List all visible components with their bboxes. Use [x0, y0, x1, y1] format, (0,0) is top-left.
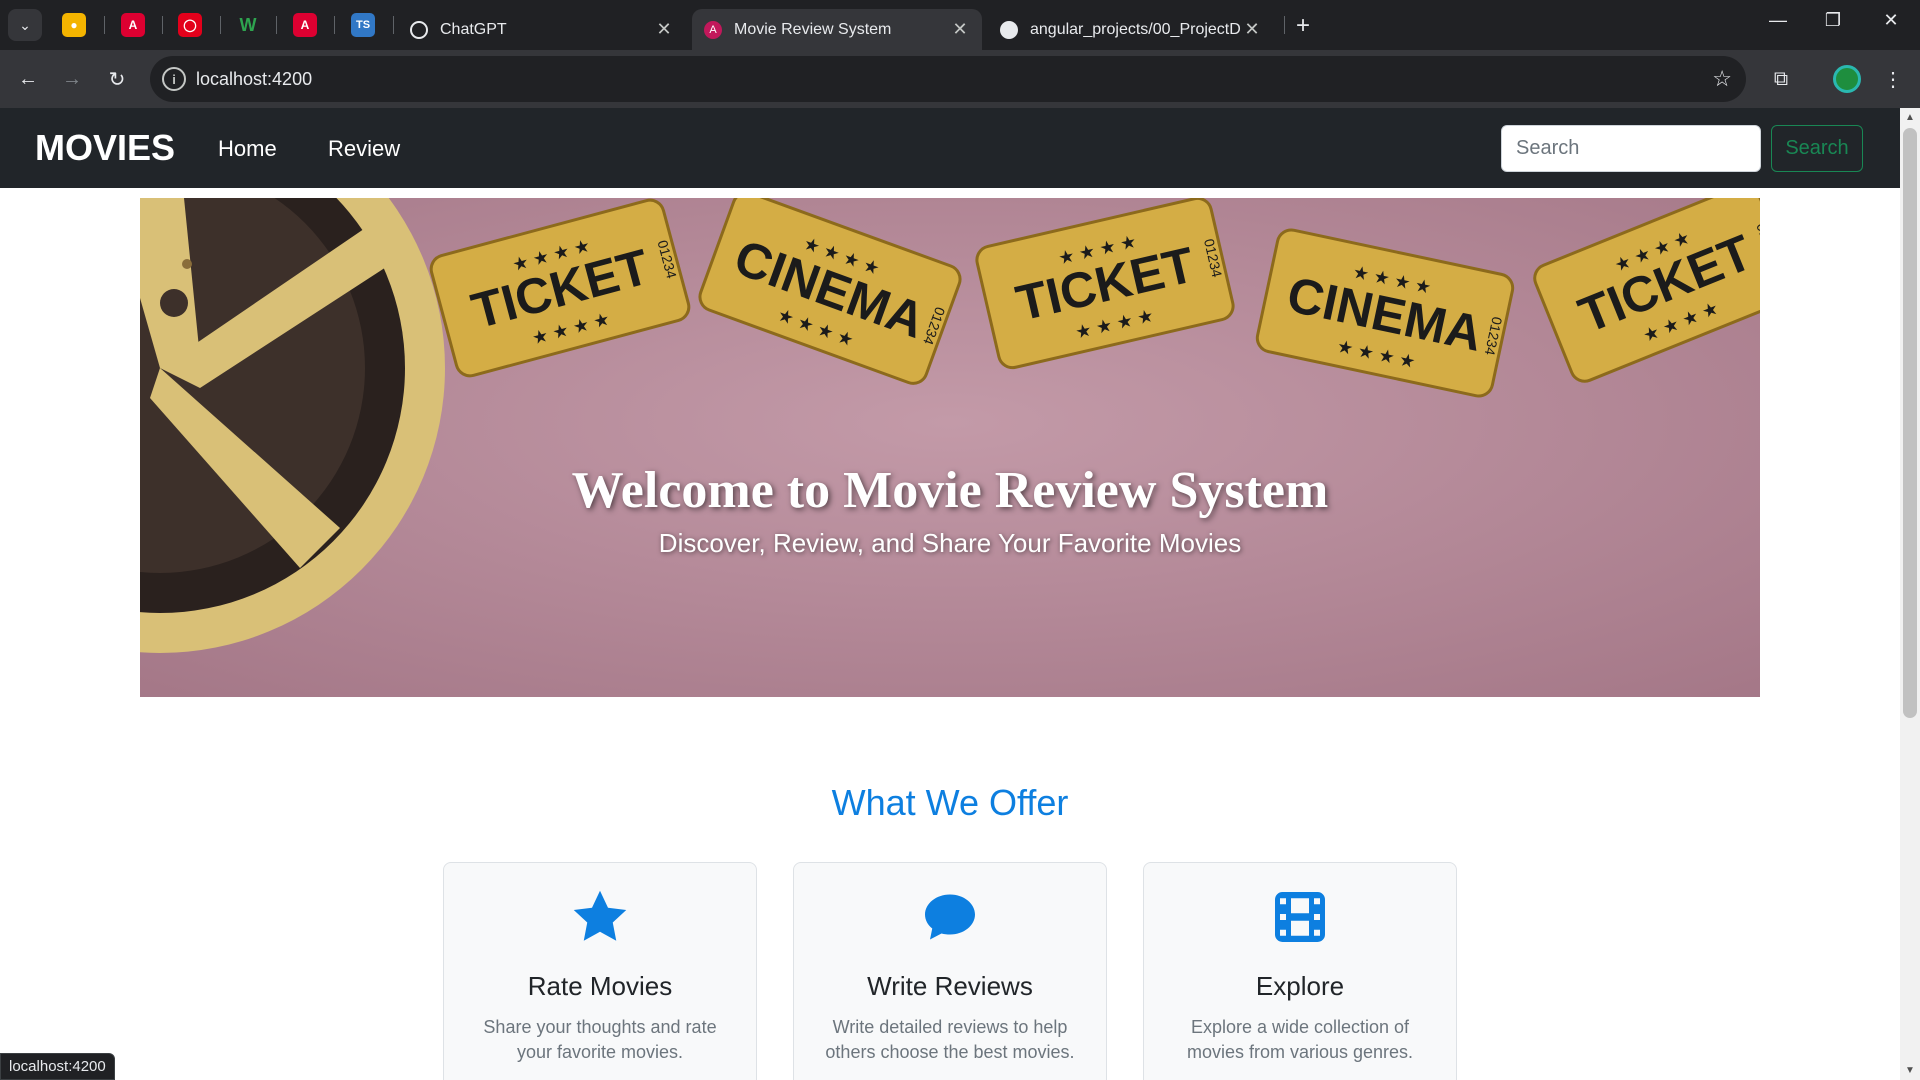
- scrollbar-thumb[interactable]: [1903, 128, 1917, 718]
- github-icon: [1000, 20, 1018, 39]
- reload-button[interactable]: ↻: [101, 64, 133, 94]
- tab-movie-review-system[interactable]: A Movie Review System ✕: [692, 9, 982, 50]
- tab-separator: [104, 16, 105, 34]
- search-button[interactable]: Search: [1771, 125, 1863, 172]
- tab-chatgpt[interactable]: ChatGPT ✕: [398, 9, 686, 50]
- pinned-tab-opera-icon[interactable]: ◯: [178, 13, 202, 37]
- bookmark-star-icon[interactable]: ☆: [1712, 66, 1732, 92]
- tab-github-repo[interactable]: angular_projects/00_ProjectDEMO ✕: [988, 9, 1274, 50]
- chatgpt-icon: [410, 20, 428, 39]
- browser-tab-strip: ⌄ ● A ◯ W A TS ChatGPT ✕ A Movie Review …: [0, 0, 1920, 50]
- chat-bubble-icon: [794, 887, 1106, 947]
- star-icon: [444, 887, 756, 947]
- browser-toolbar: ← → ↻ i localhost:4200 ☆ ⧉ ⋮: [0, 50, 1920, 108]
- address-bar[interactable]: i localhost:4200 ☆: [150, 56, 1746, 102]
- tab-search-button[interactable]: ⌄: [8, 9, 42, 41]
- tab-title: angular_projects/00_ProjectDEMO: [1030, 20, 1242, 38]
- back-button[interactable]: ←: [12, 64, 44, 94]
- offer-card-text: Write detailed reviews to help others ch…: [825, 1017, 1075, 1062]
- tab-separator: [276, 16, 277, 34]
- tab-separator: [162, 16, 163, 34]
- pinned-tab-angular-icon[interactable]: A: [293, 13, 317, 37]
- browser-menu-icon[interactable]: ⋮: [1877, 64, 1909, 94]
- offers-heading: What We Offer: [831, 782, 1069, 823]
- hero-title: Welcome to Movie Review System: [571, 462, 1329, 519]
- tab-separator: [393, 16, 394, 34]
- hero-banner: TICKET ★ ★ ★ ★ ★ ★ ★ ★ 01234 CINEMA ★ ★ ★ ★ ★ …: [140, 198, 1760, 697]
- close-tab-icon[interactable]: ✕: [950, 19, 970, 40]
- search-input[interactable]: [1501, 125, 1761, 172]
- pinned-tab-typescript-icon[interactable]: TS: [351, 13, 375, 37]
- scroll-up-arrow-icon[interactable]: ▲: [1905, 112, 1915, 123]
- hero-subtitle: Discover, Review, and Share Your Favorit…: [658, 528, 1242, 558]
- link-status-bubble: localhost:4200: [0, 1053, 115, 1080]
- offer-card-text: Share your thoughts and rate your favori…: [483, 1017, 717, 1062]
- extensions-puzzle-icon[interactable]: ⧉: [1765, 64, 1797, 94]
- offer-card-title: Rate Movies: [527, 971, 673, 1001]
- brand-logo[interactable]: MOVIES: [35, 127, 175, 169]
- tab-separator: [334, 16, 335, 34]
- site-info-icon[interactable]: i: [162, 67, 186, 91]
- offer-card-write-reviews: Write Reviews Write detailed reviews to …: [793, 862, 1107, 1080]
- tab-title: Movie Review System: [734, 20, 892, 38]
- restore-window-button[interactable]: ❐: [1813, 10, 1853, 31]
- tab-title: ChatGPT: [440, 20, 507, 38]
- pinned-tab-angular-icon[interactable]: A: [121, 13, 145, 37]
- nav-link-home[interactable]: Home: [218, 136, 277, 162]
- tab-separator: [220, 16, 221, 34]
- nav-link-review[interactable]: Review: [328, 136, 400, 162]
- profile-avatar[interactable]: [1833, 65, 1861, 93]
- pinned-tab-w-icon[interactable]: W: [236, 13, 260, 37]
- new-tab-button[interactable]: +: [1296, 12, 1310, 40]
- hero-background-image: TICKET★ ★ ★ ★★ ★ ★ ★01234 CINEMA★ ★ ★ ★★ …: [140, 198, 1760, 697]
- page-scrollbar[interactable]: ▲ ▼: [1900, 108, 1920, 1080]
- site-navbar: MOVIES Home Review Search: [0, 108, 1900, 188]
- close-tab-icon[interactable]: ✕: [1242, 19, 1262, 40]
- pinned-tab-keep-icon[interactable]: ●: [62, 13, 86, 37]
- close-window-button[interactable]: ✕: [1871, 10, 1911, 31]
- forward-button[interactable]: →: [56, 64, 88, 94]
- offer-card-rate-movies: Rate Movies Share your thoughts and rate…: [443, 862, 757, 1080]
- tab-separator: [1284, 16, 1285, 34]
- angular-icon: A: [704, 20, 722, 39]
- address-bar-url[interactable]: localhost:4200: [196, 69, 312, 90]
- close-tab-icon[interactable]: ✕: [654, 19, 674, 40]
- offer-card-text: Explore a wide collection of movies from…: [1186, 1017, 1414, 1062]
- offer-card-title: Explore: [1255, 971, 1345, 1001]
- page-viewport: MOVIES Home Review Search Search TICKET …: [0, 108, 1900, 1080]
- offer-card-explore: Explore Explore a wide collection of mov…: [1143, 862, 1457, 1080]
- film-icon: [1144, 887, 1456, 947]
- scroll-down-arrow-icon[interactable]: ▼: [1905, 1065, 1915, 1076]
- minimize-window-button[interactable]: —: [1758, 10, 1798, 31]
- offer-card-title: Write Reviews: [867, 971, 1033, 1001]
